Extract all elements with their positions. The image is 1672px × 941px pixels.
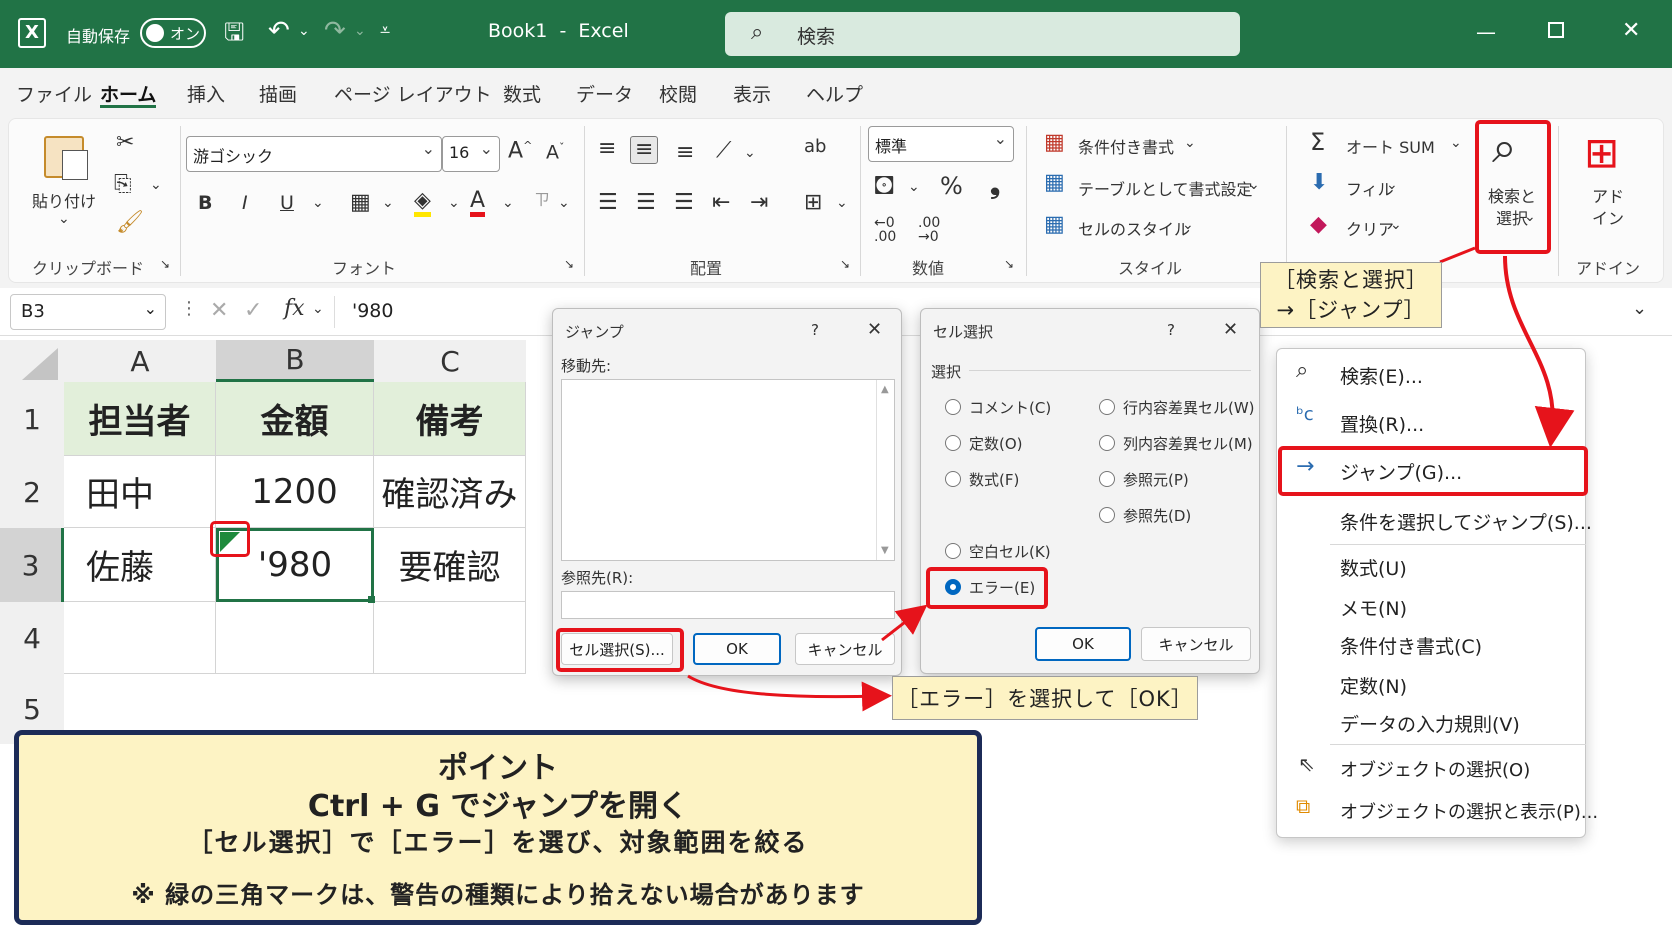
arrow-callout-pointer [1439,246,1476,264]
find-select-callout: ［検索と選択］ →［ジャンプ］ [1260,262,1442,328]
point-line-2: ［セル選択］で［エラー］を選び、対象範囲を絞る [187,828,809,857]
arrow-to-errors [881,604,928,642]
arrow-to-callout [687,674,892,712]
select-error-callout: ［エラー］を選択して［OK］ [892,676,1198,720]
arrow-to-goto [1503,255,1575,448]
point-line-3: ※ 緑の三角マークは、警告の種類により拾えない場合があります [131,881,865,909]
point-line-1: Ctrl + G でジャンプを開く [307,789,689,824]
point-box: ポイント Ctrl + G でジャンプを開く ［セル選択］で［エラー］を選び、対… [14,730,982,925]
